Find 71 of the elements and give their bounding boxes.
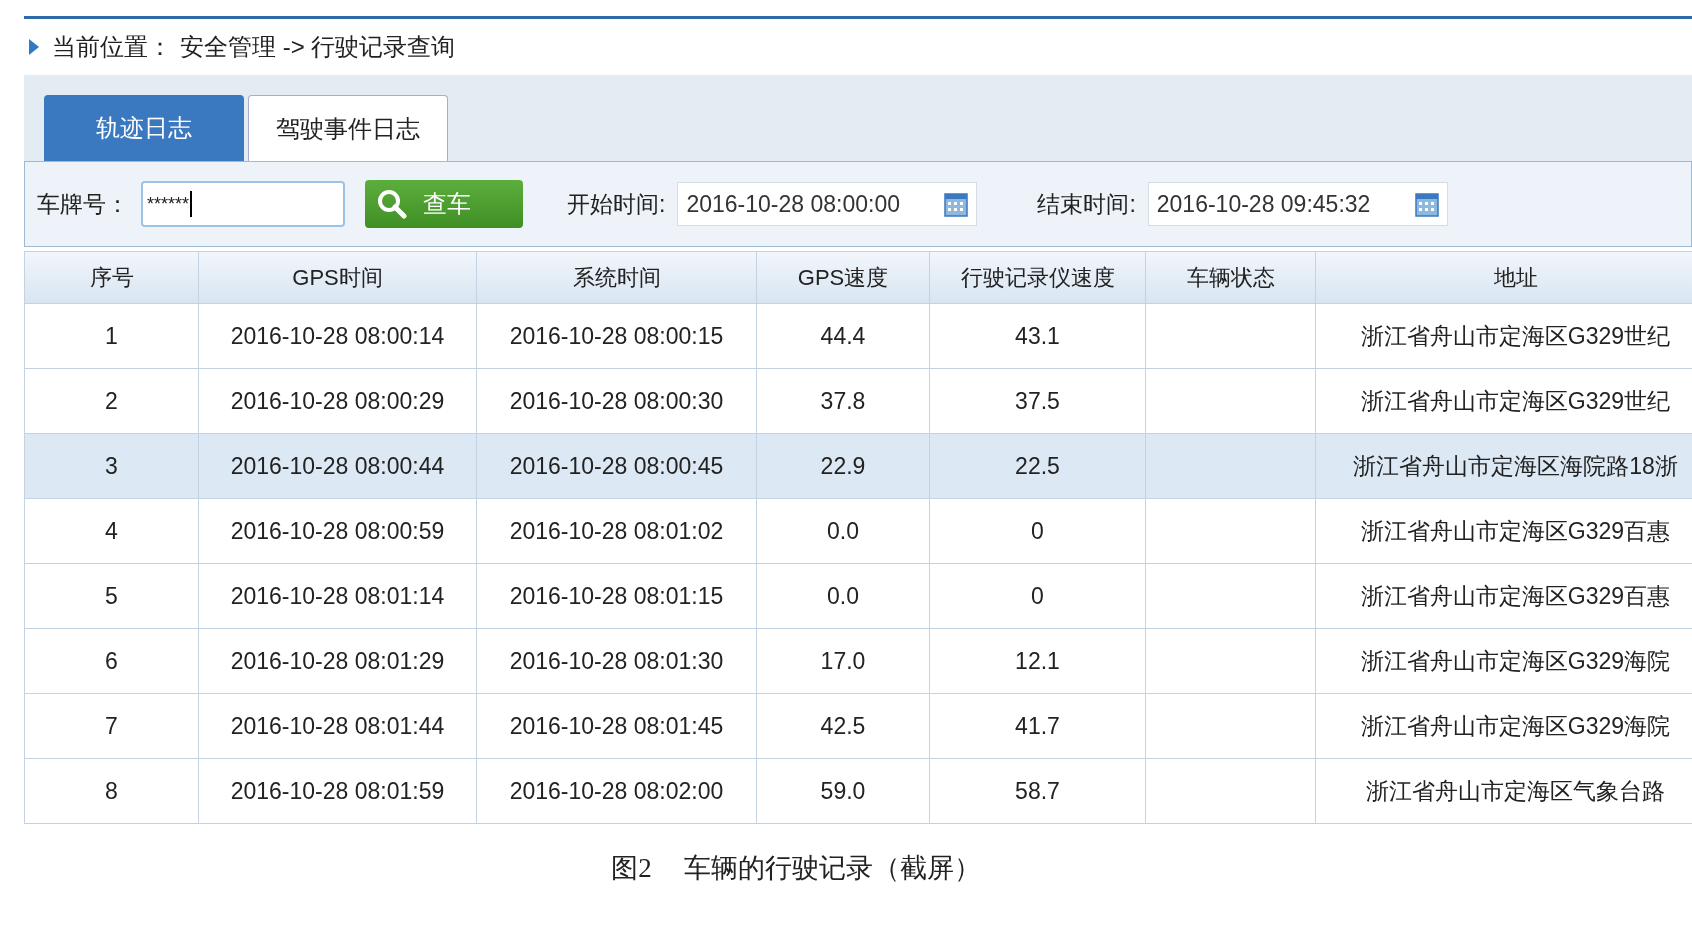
table-cell: 2016-10-28 08:01:02 <box>476 498 757 564</box>
table-cell: 44.4 <box>756 303 930 369</box>
table-cell: 43.1 <box>929 303 1146 369</box>
table-row[interactable]: 4 2016-10-28 08:00:59 2016-10-28 08:01:02 0.0 0 浙江省舟山市定海区G329百惠 <box>24 498 1692 564</box>
table-cell: 2016-10-28 08:00:15 <box>476 303 757 369</box>
triangle-icon <box>28 38 40 56</box>
table-cell: 1 <box>24 303 199 369</box>
table-cell: 2016-10-28 08:02:00 <box>476 758 757 824</box>
table-cell: 8 <box>24 758 199 824</box>
column-header: GPS时间 <box>198 251 477 304</box>
table-cell: 2016-10-28 08:01:29 <box>198 628 477 694</box>
table-cell: 2016-10-28 08:01:59 <box>198 758 477 824</box>
table-cell: 2016-10-28 08:00:44 <box>198 433 477 499</box>
figure-number: 图2 <box>611 852 652 885</box>
table-cell: 0.0 <box>756 498 930 564</box>
tab[interactable]: 驾驶事件日志 <box>248 95 448 161</box>
table-cell: 6 <box>24 628 199 694</box>
breadcrumb-path: 安全管理 -> 行驶记录查询 <box>180 32 456 62</box>
table-cell: 0 <box>929 563 1146 629</box>
column-header: 车辆状态 <box>1145 251 1316 304</box>
table-cell: 17.0 <box>756 628 930 694</box>
table-cell: 2016-10-28 08:01:14 <box>198 563 477 629</box>
table-cell: 2016-10-28 08:01:30 <box>476 628 757 694</box>
table-cell: 42.5 <box>756 693 930 759</box>
table-row[interactable]: 3 2016-10-28 08:00:44 2016-10-28 08:00:45 22.9 22.5 浙江省舟山市定海区海院路18浙 <box>24 433 1692 499</box>
table-row[interactable]: 5 2016-10-28 08:01:14 2016-10-28 08:01:15 0.0 0 浙江省舟山市定海区G329百惠 <box>24 563 1692 629</box>
time-label: 开始时间: <box>567 189 666 219</box>
table-cell: 7 <box>24 693 199 759</box>
table-cell: 58.7 <box>929 758 1146 824</box>
table-cell: 2016-10-28 08:00:45 <box>476 433 757 499</box>
table-cell: 2016-10-28 08:01:44 <box>198 693 477 759</box>
date-field[interactable]: 2016-10-28 09:45:32 <box>1147 182 1448 226</box>
table-row[interactable]: 8 2016-10-28 08:01:59 2016-10-28 08:02:00 59.0 58.7 浙江省舟山市定海区气象台路 <box>24 758 1692 824</box>
breadcrumb-label: 当前位置： <box>52 32 172 62</box>
table-cell: 2016-10-28 08:00:29 <box>198 368 477 434</box>
table-cell: 22.5 <box>929 433 1146 499</box>
table-cell: 2016-10-28 08:01:15 <box>476 563 757 629</box>
table-cell: 2 <box>24 368 199 434</box>
column-header: 行驶记录仪速度 <box>929 251 1146 304</box>
table-cell: 2016-10-28 08:01:45 <box>476 693 757 759</box>
column-header: GPS速度 <box>756 251 930 304</box>
table-cell: 2016-10-28 08:00:30 <box>476 368 757 434</box>
table-row[interactable]: 2 2016-10-28 08:00:29 2016-10-28 08:00:30 37.8 37.5 浙江省舟山市定海区G329世纪 <box>24 368 1692 434</box>
table-cell: 0.0 <box>756 563 930 629</box>
table-cell: 37.5 <box>929 368 1146 434</box>
column-header: 系统时间 <box>476 251 757 304</box>
plate-label: 车牌号： <box>37 189 129 219</box>
tab[interactable]: 轨迹日志 <box>44 95 244 161</box>
column-header: 序号 <box>24 251 199 304</box>
table-cell: 41.7 <box>929 693 1146 759</box>
search-icon <box>377 189 407 219</box>
column-header: 地址 <box>1315 251 1692 304</box>
table-cell: 3 <box>24 433 199 499</box>
table-cell: 0 <box>929 498 1146 564</box>
table-cell: 37.8 <box>756 368 930 434</box>
table-cell: 5 <box>24 563 199 629</box>
table-cell: 4 <box>24 498 199 564</box>
calendar-icon[interactable] <box>1414 191 1439 217</box>
table-cell: 2016-10-28 08:00:14 <box>198 303 477 369</box>
table-cell: 2016-10-28 08:00:59 <box>198 498 477 564</box>
time-label: 结束时间: <box>1037 189 1136 219</box>
table-row[interactable]: 1 2016-10-28 08:00:14 2016-10-28 08:00:15 44.4 43.1 浙江省舟山市定海区G329世纪 <box>24 303 1692 369</box>
figure-caption: 车辆的行驶记录（截屏） <box>683 852 981 885</box>
table-cell: 12.1 <box>929 628 1146 694</box>
table-cell: 22.9 <box>756 433 930 499</box>
table-row[interactable]: 6 2016-10-28 08:01:29 2016-10-28 08:01:30 17.0 12.1 浙江省舟山市定海区G329海院 <box>24 628 1692 694</box>
table-cell: 59.0 <box>756 758 930 824</box>
table-row[interactable]: 7 2016-10-28 08:01:44 2016-10-28 08:01:45 42.5 41.7 浙江省舟山市定海区G329海院 <box>24 693 1692 759</box>
calendar-icon[interactable] <box>944 191 969 217</box>
date-field[interactable]: 2016-10-28 08:00:00 <box>677 182 978 226</box>
plate-field[interactable]: ****** <box>141 181 345 227</box>
